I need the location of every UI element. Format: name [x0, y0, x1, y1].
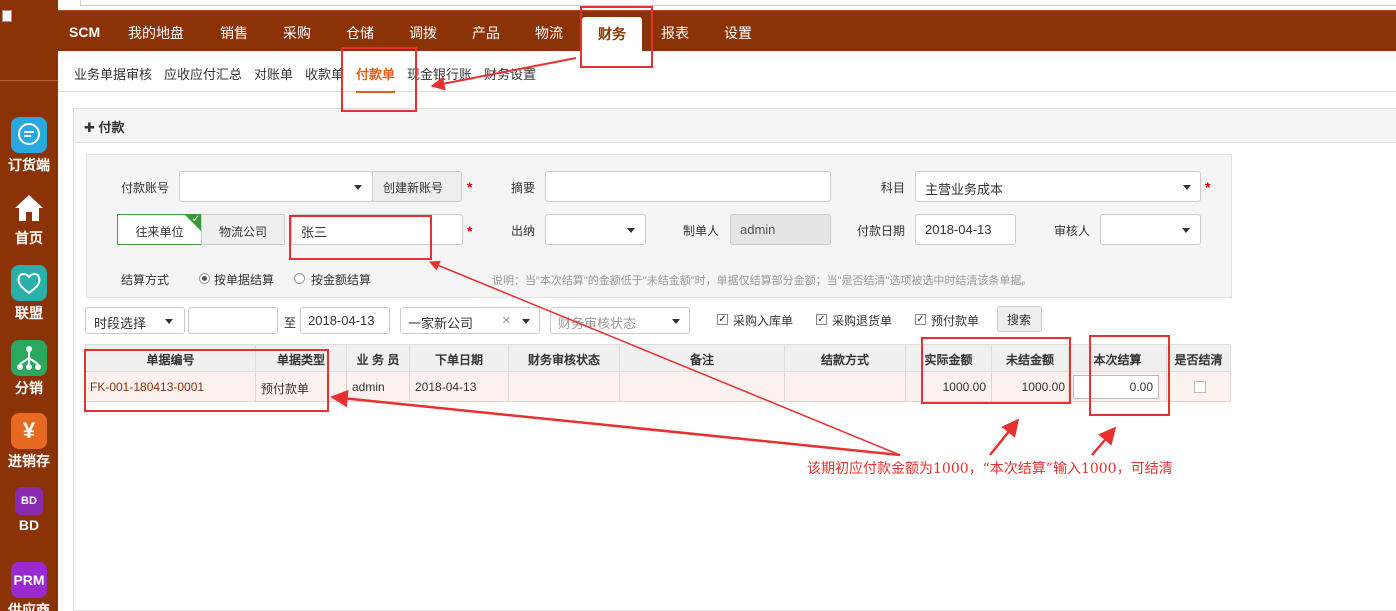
arrow-to-amounts	[989, 418, 1020, 456]
arrow-to-party	[429, 260, 901, 456]
annotation-arrows	[330, 57, 1117, 457]
arrow-finance-to-payment	[430, 57, 577, 91]
arrow-to-settle-now	[1091, 426, 1117, 456]
app-root: 订货端 首页 联盟 分销 ¥ 进销存 BD BD PRM 供应商 SCM 我的地…	[0, 0, 1396, 611]
annotation-text: 该期初应付款金额为1000，“本次结算”输入1000，可结清	[807, 461, 1173, 477]
arrow-to-doc	[330, 389, 901, 457]
